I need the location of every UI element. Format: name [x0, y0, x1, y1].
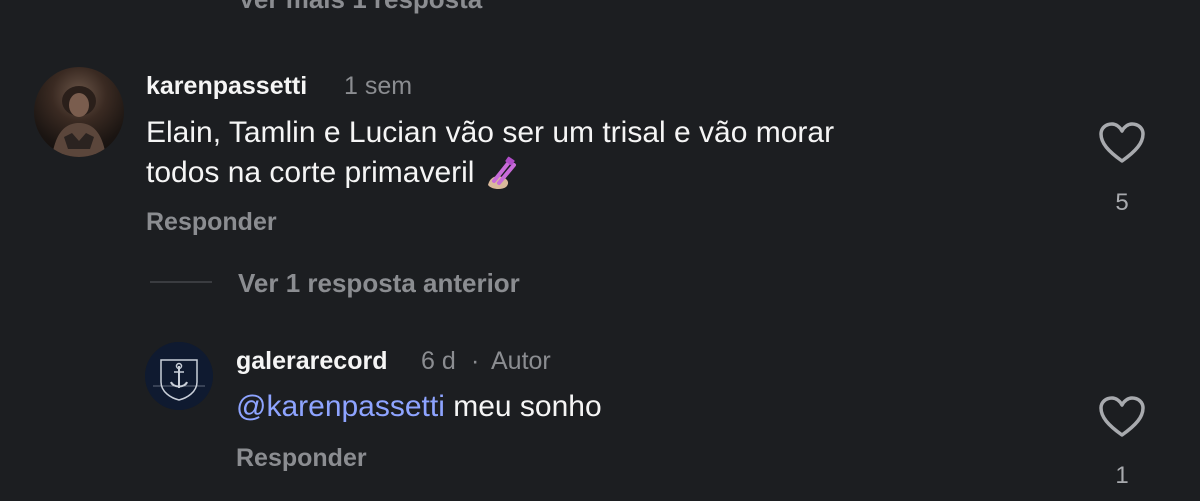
meta-separator: ·: [471, 347, 480, 375]
comment-text-line: todos na corte primaveril: [146, 153, 1046, 193]
reply-button[interactable]: Responder: [236, 444, 367, 473]
heart-icon[interactable]: [1098, 395, 1146, 444]
view-previous-reply-button[interactable]: Ver 1 resposta anterior: [238, 268, 520, 299]
comment-text: Elain, Tamlin e Lucian vão ser um trisal…: [146, 113, 1046, 193]
galera-record-logo-icon: [145, 342, 213, 410]
reply-timestamp: 6 d: [421, 347, 456, 375]
profile-photo-icon: [52, 86, 106, 157]
reply-button[interactable]: Responder: [146, 208, 277, 237]
comment-username[interactable]: karenpassetti: [146, 72, 307, 101]
nail-polish-icon: [484, 155, 520, 191]
avatar[interactable]: [34, 67, 124, 157]
like-count: 5: [1115, 189, 1129, 216]
comment-timestamp: 1 sem: [344, 72, 413, 100]
comment-text-line: Elain, Tamlin e Lucian vão ser um trisal…: [146, 116, 835, 149]
like-count: 1: [1115, 462, 1129, 489]
author-badge: Autor: [491, 347, 551, 375]
heart-icon[interactable]: [1098, 121, 1146, 170]
thread-line: [150, 281, 212, 283]
view-more-replies-button[interactable]: Ver mais 1 resposta: [238, 0, 482, 15]
reply-text: @karenpassetti meu sonho: [236, 387, 602, 427]
avatar[interactable]: [145, 342, 213, 410]
comment-text-line-2: todos na corte primaveril: [146, 156, 475, 189]
reply-username[interactable]: galerarecord: [236, 347, 387, 376]
mention-link[interactable]: @karenpassetti: [236, 390, 445, 423]
reply-text-body: meu sonho: [453, 390, 602, 423]
